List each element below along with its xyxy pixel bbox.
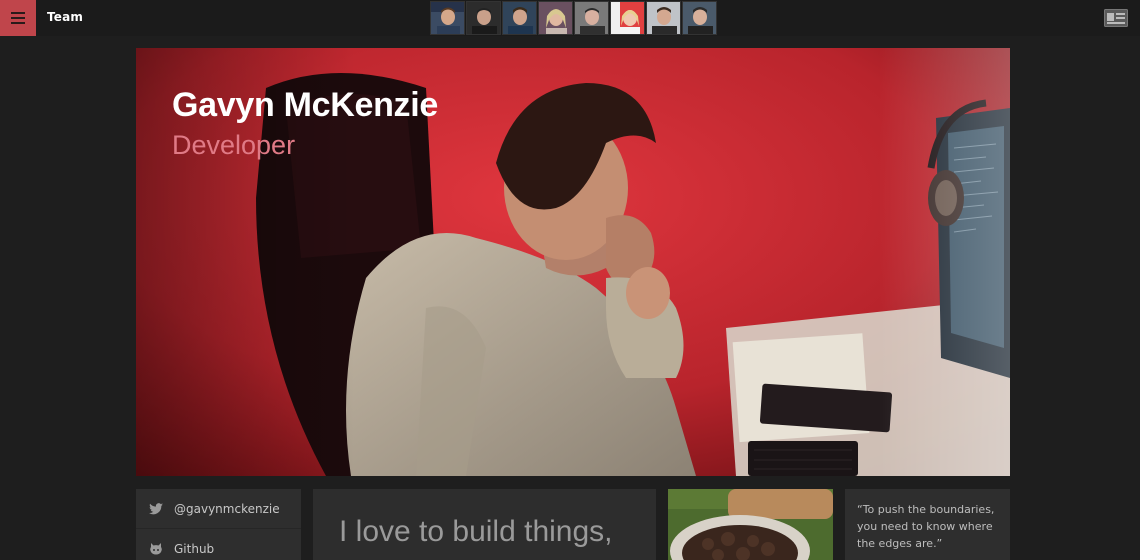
- github-label: Github: [174, 541, 215, 556]
- menu-button[interactable]: [0, 0, 36, 36]
- hero-banner: Gavyn McKenzie Developer: [136, 48, 1010, 476]
- team-avatar-7[interactable]: [646, 1, 681, 35]
- team-avatar-3[interactable]: [502, 1, 537, 35]
- member-name: Gavyn McKenzie: [172, 86, 439, 124]
- github-link[interactable]: Github: [136, 529, 301, 560]
- statement-panel: I love to build things,: [313, 489, 656, 560]
- contact-card-icon[interactable]: [1104, 9, 1128, 27]
- github-icon: [150, 542, 162, 554]
- social-links-panel: @gavynmckenzie Github: [136, 489, 301, 560]
- food-photo: [668, 489, 833, 560]
- brand-title[interactable]: Team: [47, 10, 83, 24]
- top-bar: Team: [0, 0, 1140, 36]
- statement-text: I love to build things,: [339, 515, 613, 548]
- twitter-icon: [149, 502, 163, 514]
- team-avatar-strip: [430, 1, 717, 35]
- quote-panel: “To push the boundaries, you need to kno…: [845, 489, 1010, 560]
- quote-text: “To push the boundaries, you need to kno…: [857, 503, 995, 550]
- hamburger-icon: [11, 12, 25, 14]
- twitter-link[interactable]: @gavynmckenzie: [136, 489, 301, 529]
- team-avatar-2[interactable]: [466, 1, 501, 35]
- twitter-handle: @gavynmckenzie: [174, 501, 280, 516]
- team-avatar-6[interactable]: [610, 1, 645, 35]
- member-role: Developer: [172, 130, 296, 160]
- team-avatar-4[interactable]: [538, 1, 573, 35]
- team-avatar-1[interactable]: [430, 1, 465, 35]
- team-avatar-5[interactable]: [574, 1, 609, 35]
- team-avatar-8[interactable]: [682, 1, 717, 35]
